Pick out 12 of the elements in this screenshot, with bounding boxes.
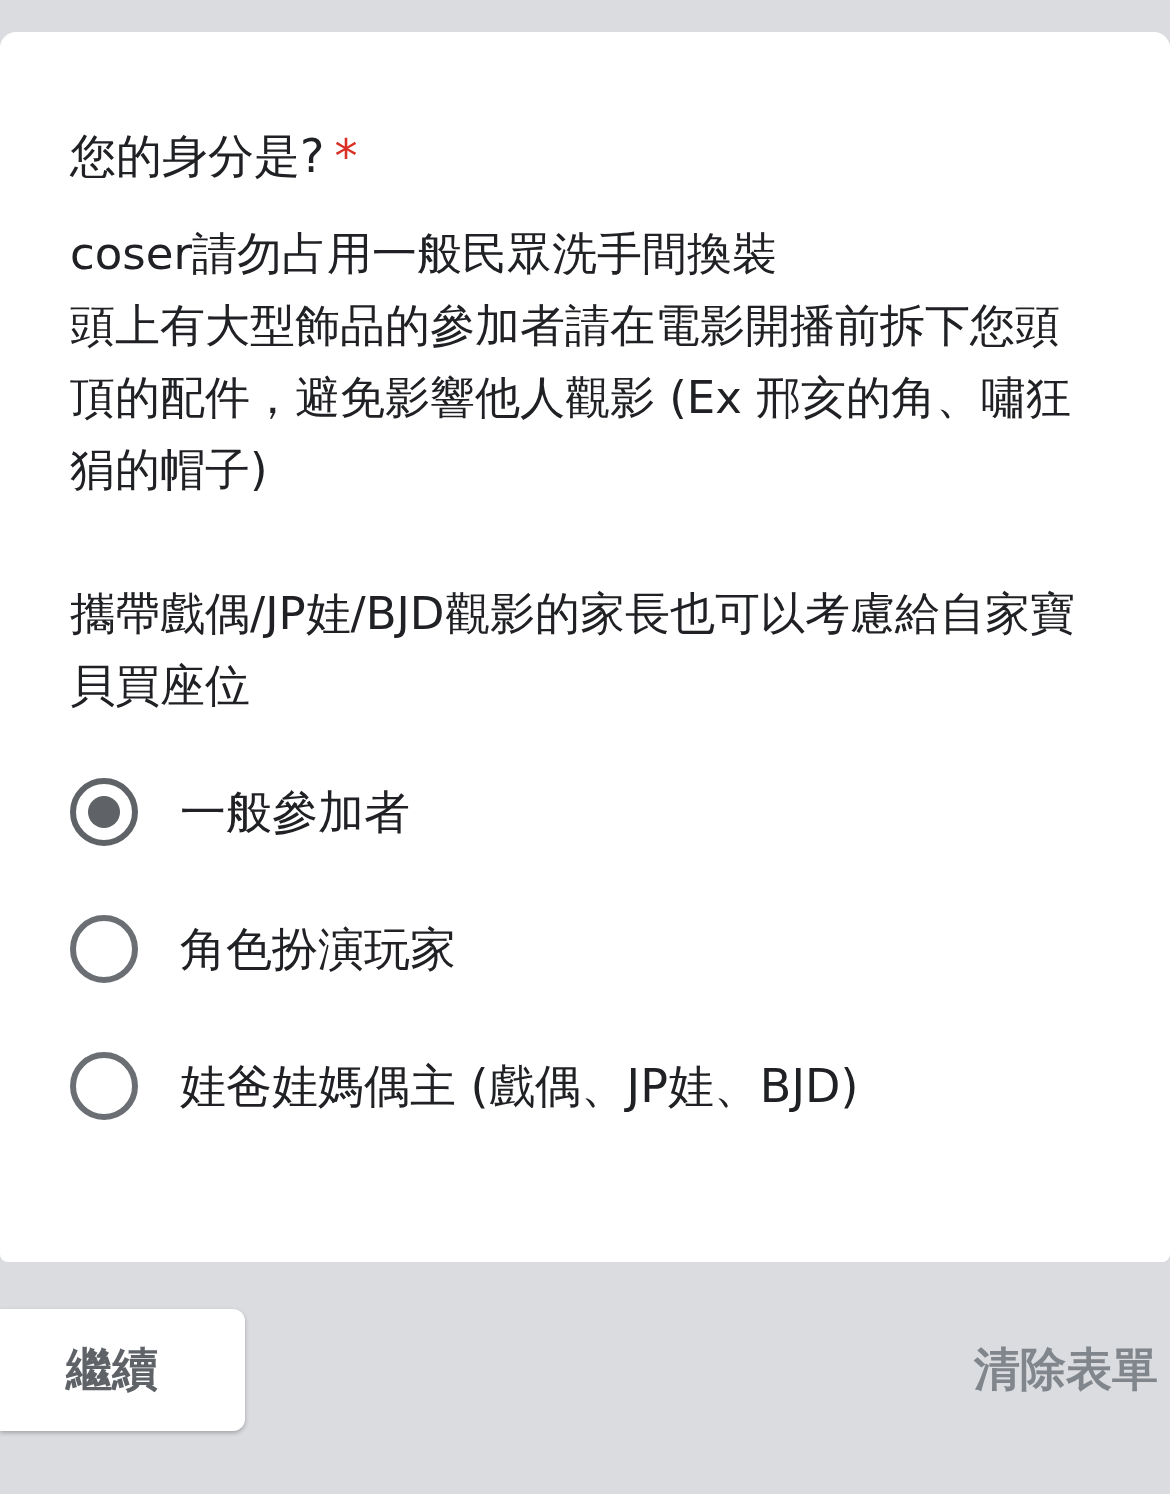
required-mark: * — [334, 128, 358, 184]
description-text: 頭上有大型飾品的參加者請在電影開播前拆下您頭頂的配件，避免影響他人觀影 (Ex 邢亥的角、嘯狂狷的帽子) — [70, 298, 1073, 498]
radio-button[interactable] — [70, 778, 138, 846]
description-text: coser請勿占用一般民眾洗手間換裝 — [70, 226, 778, 282]
description-text: 攜帶戲偶/JP娃/BJD觀影的家長也可以考慮給自家寶貝買座位 — [70, 586, 1076, 714]
question-title: 您的身分是? — [70, 128, 325, 184]
radio-button[interactable] — [70, 915, 138, 983]
option-label[interactable]: 一般參加者 — [180, 778, 410, 846]
radio-button[interactable] — [70, 1052, 138, 1120]
continue-button[interactable]: 繼續 — [0, 1309, 245, 1431]
option-label[interactable]: 娃爸娃媽偶主 (戲偶、JP娃、BJD) — [180, 1052, 859, 1120]
option-label[interactable]: 角色扮演玩家 — [180, 915, 456, 983]
